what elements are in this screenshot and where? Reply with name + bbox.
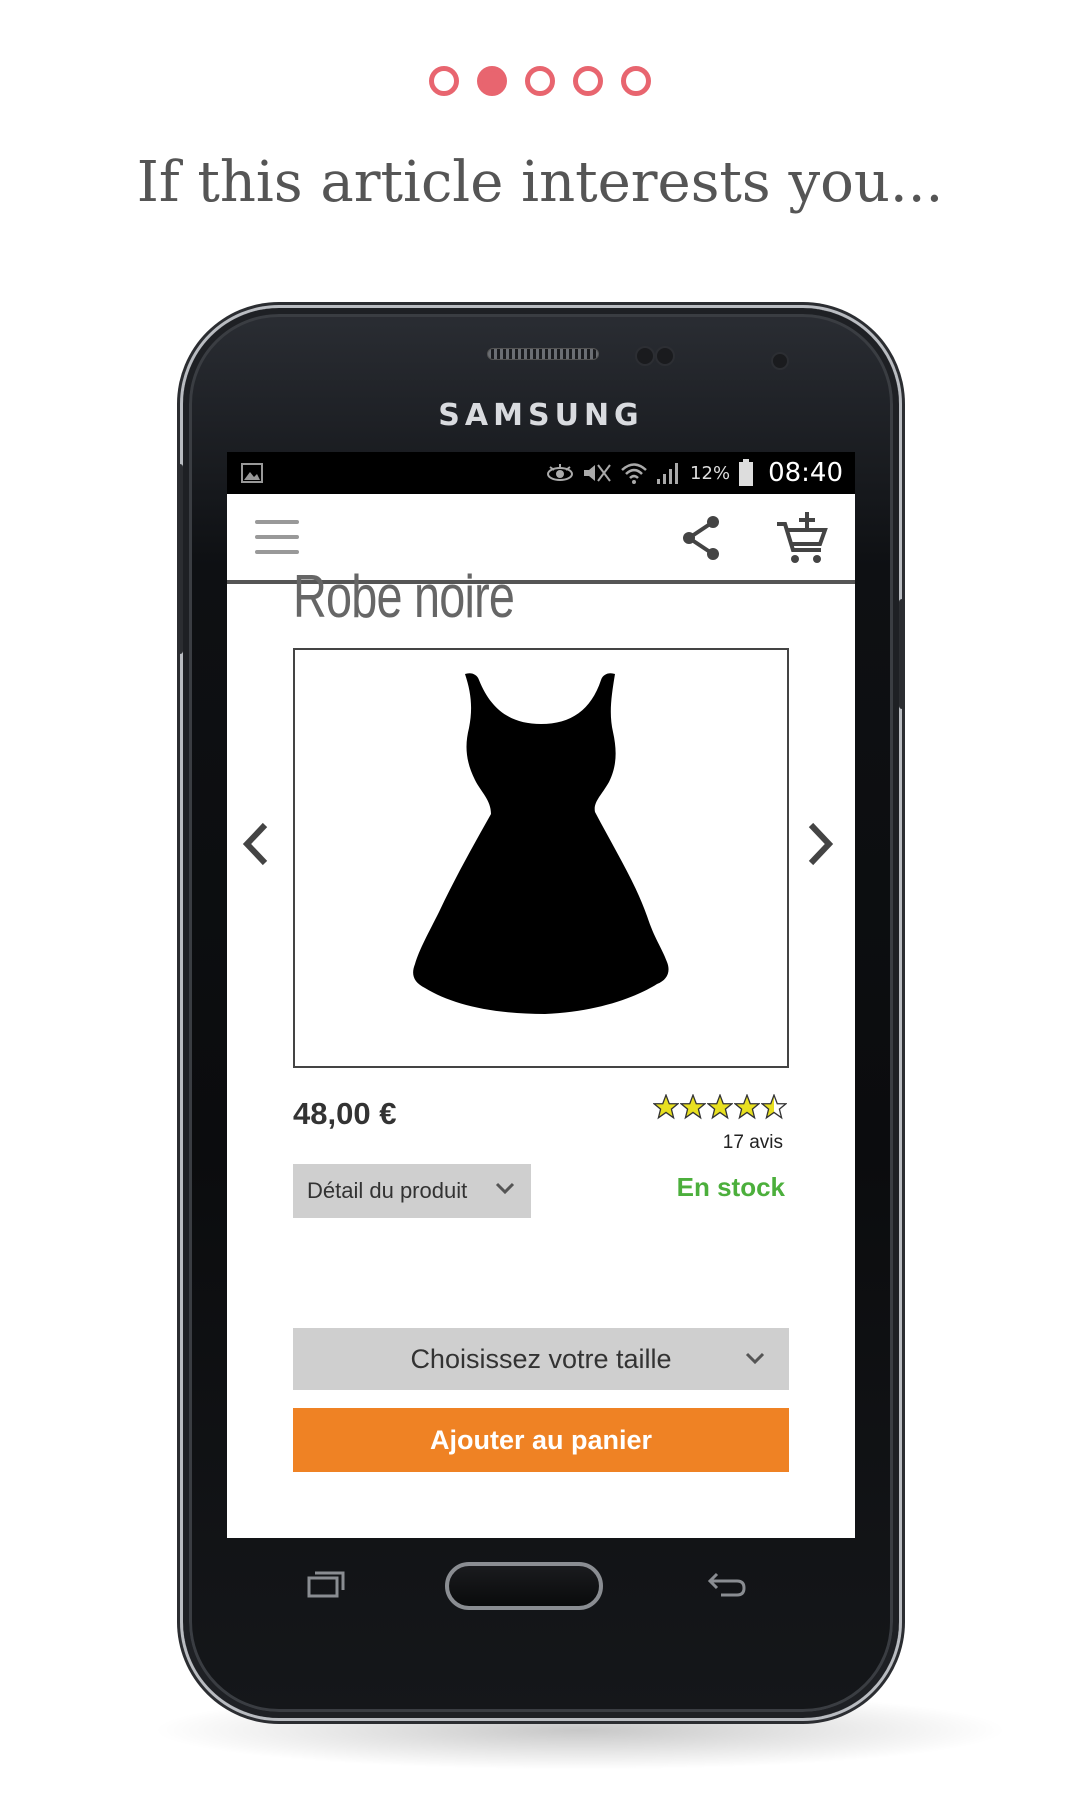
next-image-arrow-icon[interactable] xyxy=(805,822,835,871)
app-screen: 12% 08:40 Robe noire 48,00 € 17 avis Dét… xyxy=(227,452,855,1538)
review-count[interactable]: 17 avis xyxy=(667,1132,783,1154)
half-star-icon xyxy=(761,1094,787,1120)
add-to-cart-button[interactable]: Ajouter au panier xyxy=(293,1408,789,1472)
page-dot[interactable] xyxy=(429,66,459,96)
product-detail-button[interactable]: Détail du produit xyxy=(293,1164,531,1218)
previous-image-arrow-icon[interactable] xyxy=(241,822,271,871)
size-select-label: Choisissez votre taille xyxy=(410,1343,672,1374)
page-dot[interactable] xyxy=(621,66,651,96)
status-bar: 12% 08:40 xyxy=(227,452,855,494)
mute-vibrate-icon xyxy=(584,464,611,482)
size-select[interactable]: Choisissez votre taille xyxy=(293,1328,789,1390)
star-icon xyxy=(680,1094,706,1120)
power-button xyxy=(899,599,905,709)
home-button[interactable] xyxy=(445,1562,603,1610)
earpiece-speaker xyxy=(487,348,599,360)
star-icon xyxy=(707,1094,733,1120)
front-camera xyxy=(771,352,789,370)
onboarding-pager xyxy=(0,66,1080,96)
recent-apps-icon[interactable] xyxy=(307,1570,345,1598)
onboarding-headline: If this article interests you... xyxy=(136,150,944,215)
page-dot[interactable] xyxy=(525,66,555,96)
volume-button xyxy=(177,464,183,654)
phone-frame: SAMSUNG 12% 08:40 Robe noire 48,00 € 17 … xyxy=(177,308,905,1718)
product-title: Robe noire xyxy=(293,563,515,630)
add-to-cart-icon[interactable] xyxy=(775,510,829,566)
chevron-down-icon xyxy=(495,1182,515,1195)
proximity-sensor xyxy=(635,346,655,366)
chevron-down-icon xyxy=(745,1352,765,1365)
gallery-notification-icon xyxy=(241,463,263,483)
product-image[interactable] xyxy=(293,648,789,1068)
menu-icon[interactable] xyxy=(255,520,299,554)
page-dot[interactable] xyxy=(573,66,603,96)
star-icon xyxy=(734,1094,760,1120)
share-icon[interactable] xyxy=(679,514,723,562)
stock-status: En stock xyxy=(676,1172,785,1202)
battery-percent: 12% xyxy=(690,462,731,484)
product-price: 48,00 € xyxy=(293,1096,397,1131)
status-clock: 08:40 xyxy=(768,458,843,488)
star-icon xyxy=(653,1094,679,1120)
light-sensor xyxy=(655,346,675,366)
product-detail-label: Détail du produit xyxy=(307,1178,468,1203)
battery-icon xyxy=(739,459,754,486)
rating-stars[interactable] xyxy=(653,1094,787,1120)
dress-image xyxy=(413,673,669,1014)
page-dot-active[interactable] xyxy=(477,66,507,96)
signal-icon xyxy=(657,463,679,484)
device-brand: SAMSUNG xyxy=(438,398,644,433)
eye-icon xyxy=(547,464,574,481)
wifi-icon xyxy=(621,463,647,484)
back-icon[interactable] xyxy=(707,1570,747,1598)
